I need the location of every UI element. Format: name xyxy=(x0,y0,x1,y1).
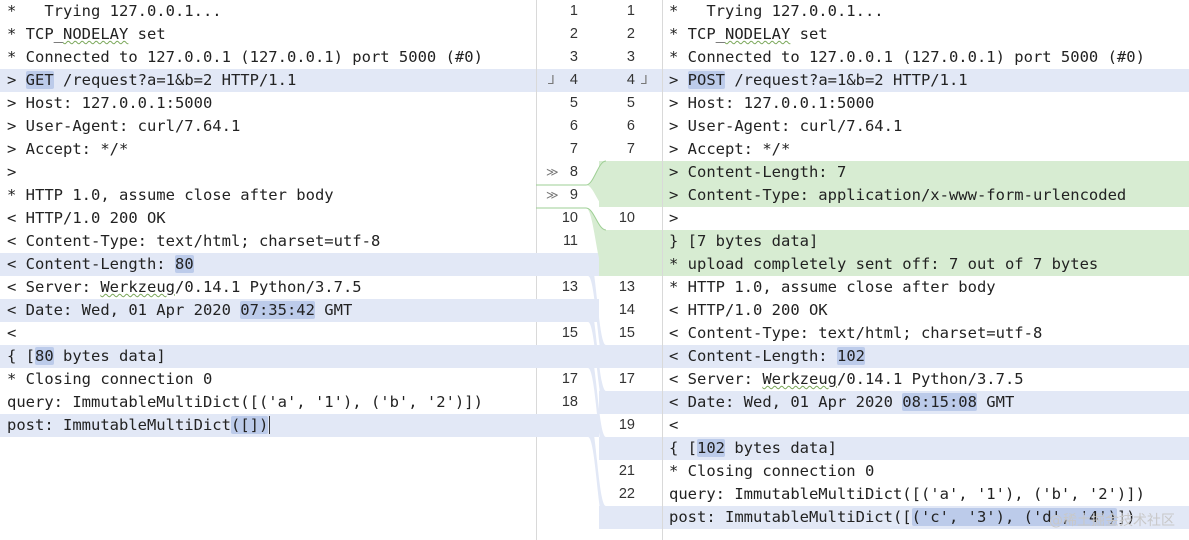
right-divider xyxy=(662,0,663,540)
right-line-text: < Content-Type: text/html; charset=utf-8 xyxy=(669,324,1043,342)
right-diff-line-1[interactable]: * Trying 127.0.0.1... xyxy=(662,0,1189,23)
left-diff-line-19[interactable]: post: ImmutableMultiDict([]) xyxy=(0,414,536,437)
right-diff-line-13[interactable]: * HTTP 1.0, assume close after body xyxy=(662,276,1189,299)
left-line-text: < Server: Werkzeug/0.14.1 Python/3.7.5 xyxy=(7,278,362,296)
left-diff-line-7[interactable]: > Accept: */* xyxy=(0,138,536,161)
left-line-text: > Accept: */* xyxy=(7,140,129,158)
diff-connector-overlay xyxy=(536,160,662,529)
right-diff-line-8[interactable]: > Content-Length: 7 xyxy=(662,161,1189,184)
right-line-text: > POST /request?a=1&b=2 HTTP/1.1 xyxy=(669,71,968,89)
left-diff-line-4[interactable]: > GET /request?a=1&b=2 HTTP/1.1 xyxy=(0,69,536,92)
right-diff-line-14[interactable]: < HTTP/1.0 200 OK xyxy=(662,299,1189,322)
left-line-text: * Trying 127.0.0.1... xyxy=(7,2,222,20)
right-diff-line-7[interactable]: > Accept: */* xyxy=(662,138,1189,161)
right-diff-line-12[interactable]: * upload completely sent off: 7 out of 7… xyxy=(662,253,1189,276)
right-diff-line-19[interactable]: < xyxy=(662,414,1189,437)
left-line-text: * HTTP 1.0, assume close after body xyxy=(7,186,334,204)
left-line-text: > User-Agent: curl/7.64.1 xyxy=(7,117,241,135)
right-line-text: < Server: Werkzeug/0.14.1 Python/3.7.5 xyxy=(669,370,1024,388)
right-diff-line-4[interactable]: > POST /request?a=1&b=2 HTTP/1.1 xyxy=(662,69,1189,92)
left-diff-line-2[interactable]: * TCP_NODELAY set xyxy=(0,23,536,46)
right-line-text: * Connected to 127.0.0.1 (127.0.0.1) por… xyxy=(669,48,1145,66)
left-line-text: query: ImmutableMultiDict([('a', '1'), (… xyxy=(7,393,483,411)
left-diff-line-9[interactable]: * HTTP 1.0, assume close after body xyxy=(0,184,536,207)
right-line-text: < HTTP/1.0 200 OK xyxy=(669,301,828,319)
left-diff-line-8[interactable]: > xyxy=(0,161,536,184)
right-line-text: > Accept: */* xyxy=(669,140,791,158)
left-diff-line-16[interactable]: { [80 bytes data] xyxy=(0,345,536,368)
right-line-text: { [102 bytes data] xyxy=(669,439,837,457)
left-line-text: < Date: Wed, 01 Apr 2020 07:35:42 GMT xyxy=(7,301,353,319)
left-line-text: * Closing connection 0 xyxy=(7,370,213,388)
left-diff-line-14[interactable]: < Date: Wed, 01 Apr 2020 07:35:42 GMT xyxy=(0,299,536,322)
left-line-text: * Connected to 127.0.0.1 (127.0.0.1) por… xyxy=(7,48,483,66)
right-line-text: < Date: Wed, 01 Apr 2020 08:15:08 GMT xyxy=(669,393,1015,411)
right-diff-line-17[interactable]: < Server: Werkzeug/0.14.1 Python/3.7.5 xyxy=(662,368,1189,391)
left-diff-line-12[interactable]: < Content-Length: 80 xyxy=(0,253,536,276)
left-diff-line-13[interactable]: < Server: Werkzeug/0.14.1 Python/3.7.5 xyxy=(0,276,536,299)
right-line-text: > Content-Type: application/x-www-form-u… xyxy=(669,186,1127,204)
right-line-text: > Host: 127.0.0.1:5000 xyxy=(669,94,875,112)
right-diff-line-6[interactable]: > User-Agent: curl/7.64.1 xyxy=(662,115,1189,138)
right-diff-line-21[interactable]: * Closing connection 0 xyxy=(662,460,1189,483)
text-cursor xyxy=(269,416,271,434)
right-diff-line-18[interactable]: < Date: Wed, 01 Apr 2020 08:15:08 GMT xyxy=(662,391,1189,414)
right-diff-line-10[interactable]: > xyxy=(662,207,1189,230)
right-line-text: * HTTP 1.0, assume close after body xyxy=(669,278,996,296)
left-line-text: < Content-Length: 80 xyxy=(7,255,194,273)
left-line-text: < Content-Type: text/html; charset=utf-8 xyxy=(7,232,381,250)
left-diff-line-10[interactable]: < HTTP/1.0 200 OK xyxy=(0,207,536,230)
left-line-text: > xyxy=(7,163,17,181)
left-diff-line-18[interactable]: query: ImmutableMultiDict([('a', '1'), (… xyxy=(0,391,536,414)
left-diff-line-11[interactable]: < Content-Type: text/html; charset=utf-8 xyxy=(0,230,536,253)
left-line-text: > GET /request?a=1&b=2 HTTP/1.1 xyxy=(7,71,297,89)
left-diff-line-5[interactable]: > Host: 127.0.0.1:5000 xyxy=(0,92,536,115)
right-line-text: > Content-Length: 7 xyxy=(669,163,847,181)
right-line-text: } [7 bytes data] xyxy=(669,232,819,250)
right-diff-line-11[interactable]: } [7 bytes data] xyxy=(662,230,1189,253)
right-line-text: query: ImmutableMultiDict([('a', '1'), (… xyxy=(669,485,1145,503)
right-diff-line-5[interactable]: > Host: 127.0.0.1:5000 xyxy=(662,92,1189,115)
left-diff-line-6[interactable]: > User-Agent: curl/7.64.1 xyxy=(0,115,536,138)
left-diff-line-17[interactable]: * Closing connection 0 xyxy=(0,368,536,391)
right-diff-line-20[interactable]: { [102 bytes data] xyxy=(662,437,1189,460)
left-line-text: < xyxy=(7,324,17,342)
left-diff-line-3[interactable]: * Connected to 127.0.0.1 (127.0.0.1) por… xyxy=(0,46,536,69)
right-diff-line-16[interactable]: < Content-Length: 102 xyxy=(662,345,1189,368)
left-line-text: * TCP_NODELAY set xyxy=(7,25,166,43)
watermark: @稀土掘金技术社区 xyxy=(1049,513,1175,529)
right-line-text: > xyxy=(669,209,679,227)
left-line-text: post: ImmutableMultiDict([]) xyxy=(7,416,271,434)
right-diff-pane[interactable]: * Trying 127.0.0.1... * TCP_NODELAY set * … xyxy=(662,0,1189,540)
right-diff-line-22[interactable]: query: ImmutableMultiDict([('a', '1'), (… xyxy=(662,483,1189,506)
right-diff-line-15[interactable]: < Content-Type: text/html; charset=utf-8 xyxy=(662,322,1189,345)
right-diff-line-9[interactable]: > Content-Type: application/x-www-form-u… xyxy=(662,184,1189,207)
right-line-text: * Trying 127.0.0.1... xyxy=(669,2,884,20)
right-diff-line-2[interactable]: * TCP_NODELAY set xyxy=(662,23,1189,46)
left-diff-line-1[interactable]: * Trying 127.0.0.1... xyxy=(0,0,536,23)
left-line-text: < HTTP/1.0 200 OK xyxy=(7,209,166,227)
right-line-text: < xyxy=(669,416,679,434)
left-line-text: > Host: 127.0.0.1:5000 xyxy=(7,94,213,112)
left-line-text: { [80 bytes data] xyxy=(7,347,166,365)
right-line-text: * Closing connection 0 xyxy=(669,462,875,480)
right-diff-line-3[interactable]: * Connected to 127.0.0.1 (127.0.0.1) por… xyxy=(662,46,1189,69)
right-line-text: * TCP_NODELAY set xyxy=(669,25,828,43)
left-diff-pane[interactable]: * Trying 127.0.0.1... * TCP_NODELAY set * … xyxy=(0,0,536,540)
right-line-text: > User-Agent: curl/7.64.1 xyxy=(669,117,903,135)
right-line-text: < Content-Length: 102 xyxy=(669,347,865,365)
right-line-text: * upload completely sent off: 7 out of 7… xyxy=(669,255,1099,273)
left-diff-line-15[interactable]: < xyxy=(0,322,536,345)
